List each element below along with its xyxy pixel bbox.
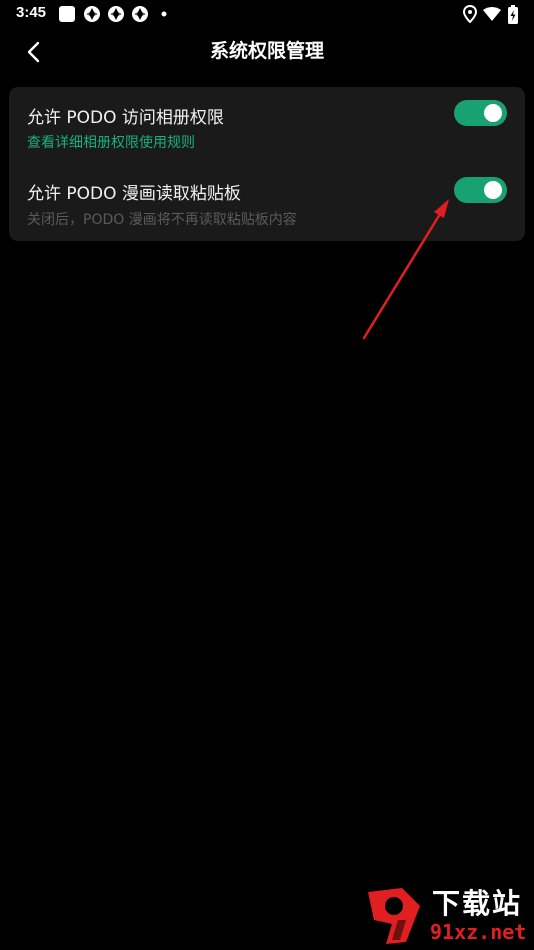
location-icon	[463, 5, 477, 23]
app-header: 系统权限管理	[0, 28, 534, 72]
network-icon	[108, 6, 124, 22]
permission-row-album: 允许 PODO 访问相册权限 查看详细相册权限使用规则	[9, 87, 525, 163]
network-icon	[84, 6, 100, 22]
album-permission-toggle[interactable]	[454, 100, 507, 126]
permission-description: 关闭后，PODO 漫画将不再读取粘贴板内容	[27, 212, 297, 228]
battery-icon	[508, 5, 518, 24]
permissions-card: 允许 PODO 访问相册权限 查看详细相册权限使用规则 允许 PODO 漫画读取…	[9, 87, 525, 241]
watermark: 下载站 91xz.net	[362, 880, 532, 948]
network-icon	[132, 6, 148, 22]
clipboard-permission-toggle[interactable]	[454, 177, 507, 203]
watermark-logo-icon	[368, 888, 420, 944]
permission-row-clipboard: 允许 PODO 漫画读取粘贴板 关闭后，PODO 漫画将不再读取粘贴板内容	[9, 165, 525, 241]
toggle-knob	[484, 181, 502, 199]
notification-dot-icon	[161, 11, 167, 17]
watermark-brand: 下载站	[432, 887, 523, 920]
wifi-icon	[483, 7, 501, 21]
watermark-domain: 91xz.net	[430, 920, 527, 944]
status-bar: 3:45	[0, 0, 534, 28]
toggle-knob	[484, 104, 502, 122]
status-time: 3:45	[16, 4, 47, 21]
page-title: 系统权限管理	[209, 40, 324, 62]
permission-title: 允许 PODO 访问相册权限	[27, 108, 224, 128]
app-square-icon	[59, 6, 75, 22]
album-rules-link[interactable]: 查看详细相册权限使用规则	[27, 132, 195, 152]
permission-title: 允许 PODO 漫画读取粘贴板	[27, 184, 241, 204]
